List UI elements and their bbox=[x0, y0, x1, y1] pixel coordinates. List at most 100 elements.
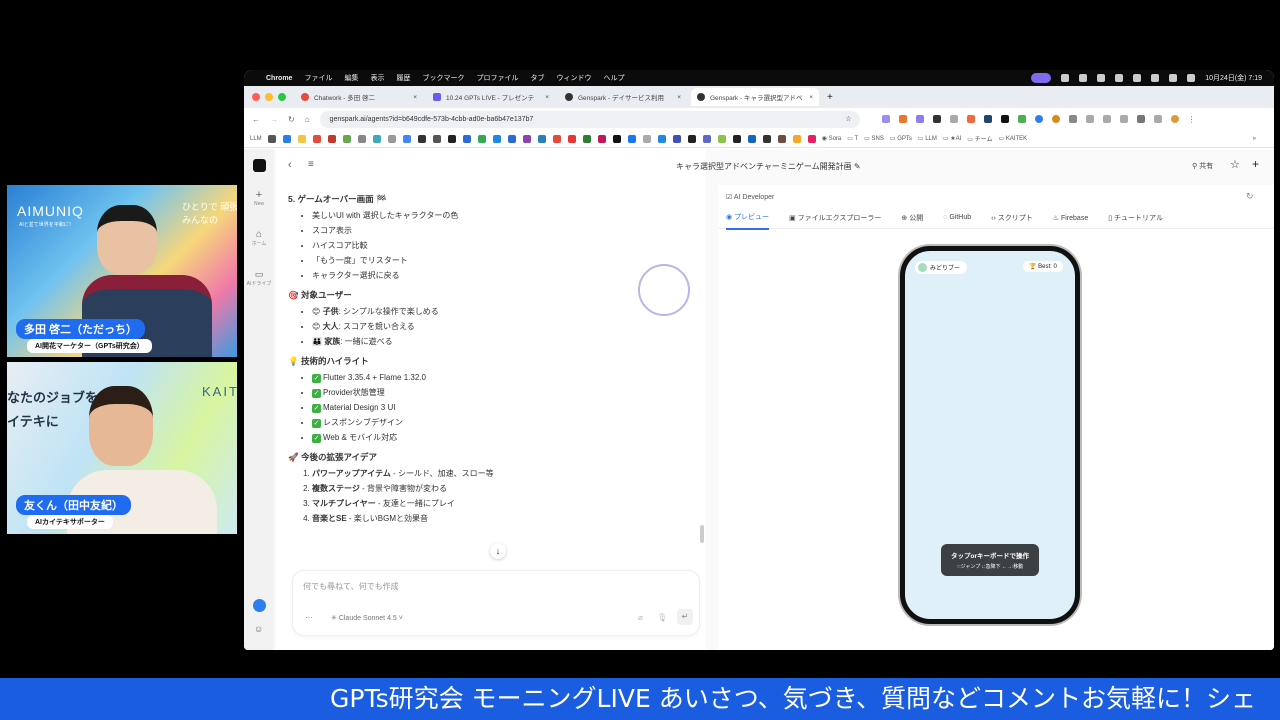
extension-icon[interactable] bbox=[932, 115, 941, 123]
bookmark-icon[interactable] bbox=[777, 134, 786, 143]
extension-icon[interactable] bbox=[915, 115, 924, 123]
home-icon[interactable]: ⌂ bbox=[305, 115, 310, 124]
bookmark-icon[interactable] bbox=[792, 134, 801, 143]
bookmark-icon[interactable] bbox=[357, 134, 366, 143]
menu-item[interactable]: 表示 bbox=[370, 73, 384, 83]
model-selector[interactable]: ✳ Claude Sonnet 4.5 ˅ bbox=[331, 614, 403, 622]
close-tab-icon[interactable]: × bbox=[809, 94, 813, 101]
bookmark-icon[interactable] bbox=[582, 134, 591, 143]
bookmark-icon[interactable] bbox=[312, 134, 321, 143]
menu-item[interactable]: ブックマーク bbox=[422, 73, 464, 83]
profile-avatar[interactable] bbox=[1170, 115, 1179, 123]
maximize-window-button[interactable] bbox=[278, 93, 286, 101]
tab-tutorial[interactable]: ▯ チュートリアル bbox=[1108, 213, 1163, 223]
bookmark-icon[interactable] bbox=[552, 134, 561, 143]
wifi-icon[interactable] bbox=[1169, 74, 1178, 82]
bookmark-sora[interactable]: ◉ Sora bbox=[822, 135, 842, 142]
new-tab-button[interactable]: + bbox=[827, 92, 833, 103]
screen-share-icon[interactable] bbox=[1031, 73, 1052, 83]
qr-icon[interactable] bbox=[1102, 115, 1111, 123]
user-icon[interactable]: ☺ bbox=[254, 624, 263, 634]
project-title[interactable]: キャラ選択型アドベンチャーミニゲーム開発計画 ✎ bbox=[676, 161, 861, 172]
menu-icon[interactable]: ≡ bbox=[308, 159, 314, 170]
extension-icon[interactable] bbox=[1051, 115, 1060, 123]
extension-icon[interactable] bbox=[898, 115, 907, 123]
bookmark-icon[interactable] bbox=[387, 134, 396, 143]
bookmark-star-icon[interactable]: ☆ bbox=[845, 115, 851, 123]
menu-item[interactable]: プロファイル bbox=[476, 73, 518, 83]
attach-icon[interactable]: ⌀ bbox=[638, 613, 643, 622]
search-icon[interactable] bbox=[1187, 74, 1196, 82]
menu-item[interactable]: ファイル bbox=[304, 73, 332, 83]
tab-publish[interactable]: ⊕ 公開 bbox=[901, 213, 923, 223]
folder-ai[interactable]: ▭ ★AI bbox=[943, 135, 961, 142]
link-icon[interactable] bbox=[1085, 115, 1094, 123]
folder-gpts[interactable]: ▭ GPTs bbox=[890, 135, 912, 142]
new-button[interactable]: + New bbox=[244, 189, 274, 207]
reload-icon[interactable]: ↻ bbox=[288, 115, 295, 124]
tab-chatwork[interactable]: Chatwork - 多田 啓二 × bbox=[295, 88, 423, 106]
bookmark-icon[interactable] bbox=[492, 134, 501, 143]
bookmark-icon[interactable] bbox=[762, 134, 771, 143]
status-icon[interactable] bbox=[1079, 74, 1088, 82]
bookmark-icon[interactable] bbox=[672, 134, 681, 143]
bookmark-icon[interactable] bbox=[567, 134, 576, 143]
bookmark-icon[interactable] bbox=[537, 134, 546, 143]
folder-llm[interactable]: ▭ LLM bbox=[918, 135, 937, 142]
scrollbar[interactable] bbox=[700, 525, 704, 543]
bookmark-icon[interactable] bbox=[477, 134, 486, 143]
status-icon[interactable] bbox=[1097, 74, 1106, 82]
bookmark-icon[interactable] bbox=[462, 134, 471, 143]
extension-icon[interactable] bbox=[1017, 115, 1026, 123]
menu-item[interactable]: ヘルプ bbox=[603, 73, 624, 83]
extension-icon[interactable] bbox=[1034, 115, 1043, 123]
close-tab-icon[interactable]: × bbox=[677, 94, 681, 101]
bookmark-icon[interactable] bbox=[417, 134, 426, 143]
tab-preview[interactable]: ◉ プレビュー bbox=[726, 206, 770, 230]
genspark-logo[interactable] bbox=[253, 159, 266, 172]
bookmark-icon[interactable] bbox=[732, 134, 741, 143]
minimize-window-button[interactable] bbox=[265, 93, 273, 101]
bookmark-icon[interactable] bbox=[612, 134, 621, 143]
folder-team[interactable]: ▭ チーム bbox=[967, 134, 992, 143]
add-icon[interactable]: + bbox=[1252, 157, 1259, 171]
scroll-down-button[interactable]: ↓ bbox=[490, 543, 506, 559]
bookmark-icon[interactable] bbox=[717, 134, 726, 143]
tab-file-explorer[interactable]: ▣ ファイルエクスプローラー bbox=[789, 213, 881, 223]
status-icon[interactable] bbox=[1061, 74, 1070, 82]
chrome-menu-icon[interactable]: ⋮ bbox=[1188, 115, 1196, 124]
back-icon[interactable]: ← bbox=[252, 115, 260, 124]
status-icon[interactable] bbox=[1133, 74, 1142, 82]
bookmark-icon[interactable] bbox=[432, 134, 441, 143]
bookmark-icon[interactable] bbox=[597, 134, 606, 143]
bookmark-icon[interactable] bbox=[657, 134, 666, 143]
address-bar[interactable]: genspark.ai/agents?id=b649cdfe-573b-4cbb… bbox=[319, 110, 860, 128]
bookmark-icon[interactable] bbox=[372, 134, 381, 143]
share-button[interactable]: ⚲ 共有 bbox=[1192, 161, 1213, 171]
extension-icon[interactable] bbox=[881, 115, 890, 123]
clock[interactable]: 10月24日(金) 7:19 bbox=[1205, 73, 1262, 83]
menu-item[interactable]: ウィンドウ bbox=[556, 73, 591, 83]
close-tab-icon[interactable]: × bbox=[545, 94, 549, 101]
menu-item[interactable]: 編集 bbox=[344, 73, 358, 83]
bookmark-icon[interactable] bbox=[327, 134, 336, 143]
tab-genspark-game[interactable]: Genspark - キャラ選択型アドベ × bbox=[691, 88, 819, 106]
bookmark-icon[interactable] bbox=[342, 134, 351, 143]
extension-icon[interactable] bbox=[983, 115, 992, 123]
tab-github[interactable]: ◌ GitHub bbox=[943, 214, 971, 221]
ai-drive-button[interactable]: ▭ AIドライブ bbox=[244, 269, 274, 287]
phone-preview[interactable]: みどりブー 🏆 Best: 0 タップorキーボードで操作 ↑:ジャンプ ↓:急… bbox=[900, 246, 1080, 624]
bookmark-icon[interactable] bbox=[627, 134, 636, 143]
notion-icon[interactable] bbox=[1000, 115, 1009, 123]
tab-script[interactable]: ‹› スクリプト bbox=[991, 213, 1033, 223]
bookmark-llm[interactable]: LLM bbox=[250, 136, 262, 142]
close-window-button[interactable] bbox=[252, 93, 260, 101]
more-options-button[interactable]: ··· bbox=[305, 613, 313, 622]
star-icon[interactable]: ☆ bbox=[1230, 158, 1240, 171]
bookmark-icon[interactable] bbox=[297, 134, 306, 143]
refresh-icon[interactable]: ↻ bbox=[1246, 191, 1254, 202]
bookmark-icon[interactable] bbox=[642, 134, 651, 143]
gift-icon[interactable] bbox=[253, 599, 266, 612]
chat-input[interactable]: 何でも尋ねて、何でも作成 ··· ✳ Claude Sonnet 4.5 ˅ ⌀… bbox=[292, 570, 700, 636]
tab-slides[interactable]: 10.24 GPTs LIVE - プレゼンテ × bbox=[427, 88, 555, 106]
